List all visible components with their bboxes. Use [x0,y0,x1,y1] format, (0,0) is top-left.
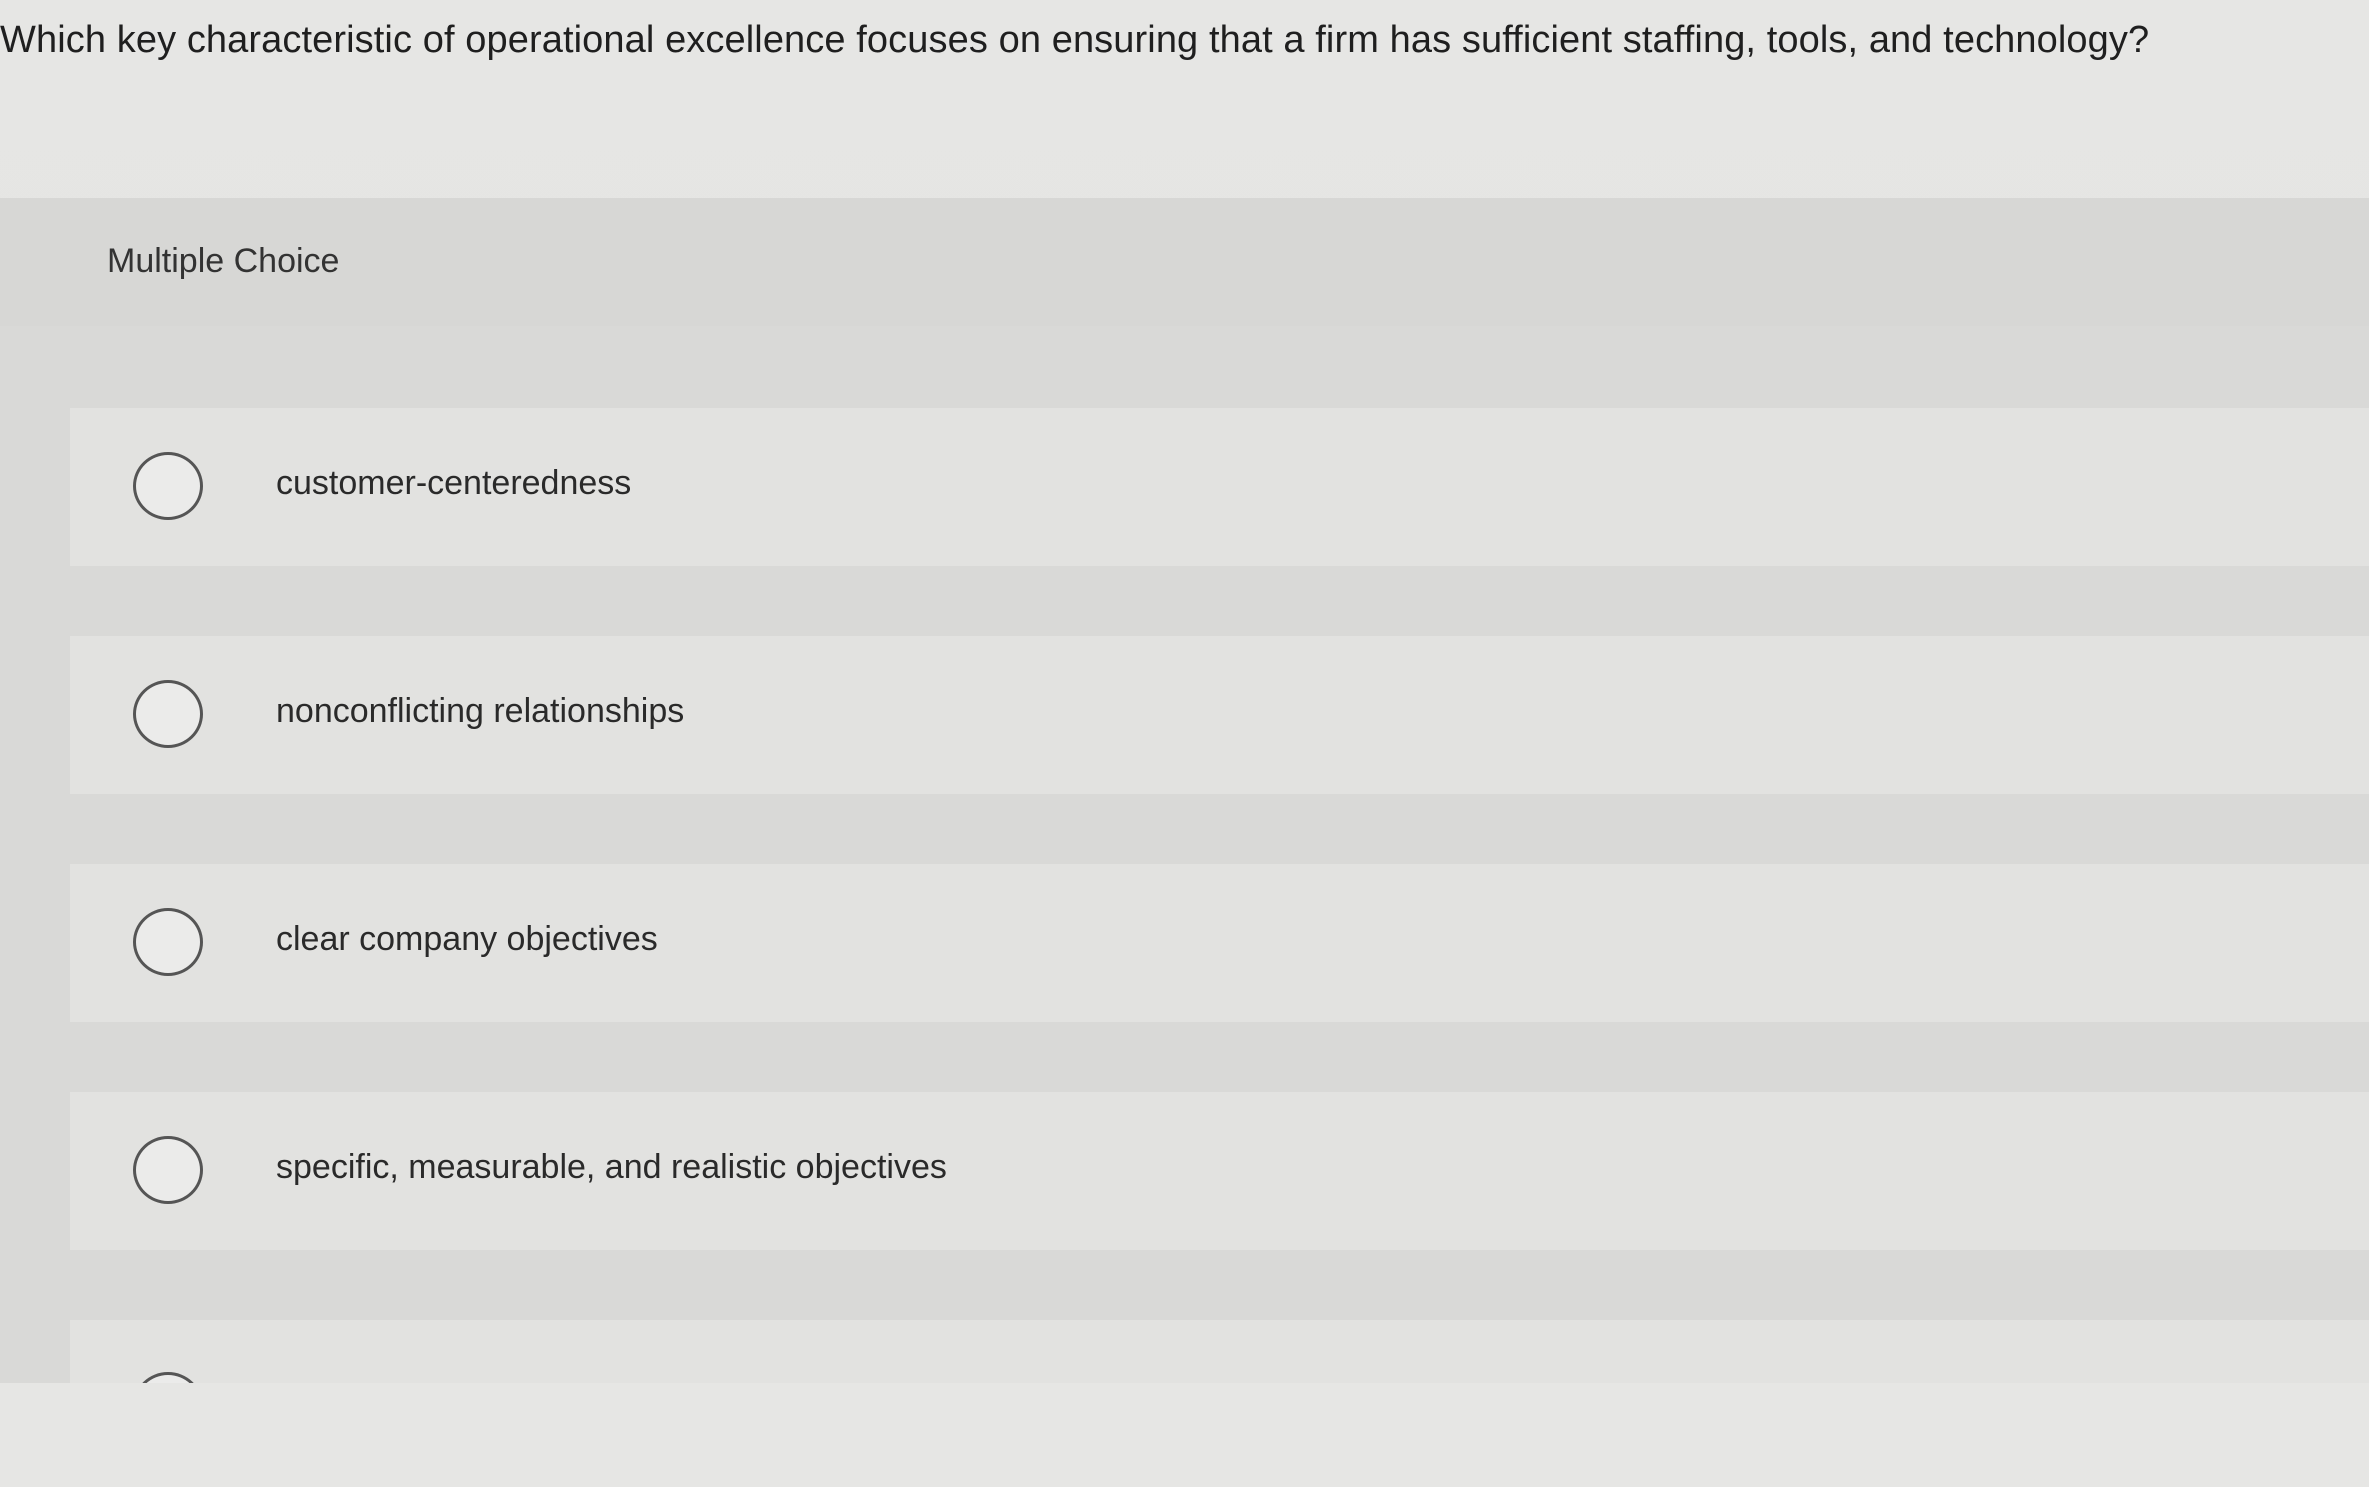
answer-option-label: customer-centeredness [276,464,632,502]
answer-option-label: nonconflicting relationships [276,692,685,730]
answer-option[interactable]: nonconflicting relationships [70,636,2369,794]
answer-option[interactable]: specific, measurable, and realistic obje… [70,1092,2369,1250]
quiz-page: Which key characteristic of operational … [0,0,2369,1487]
answer-option[interactable]: clear company objectives [70,864,2369,1022]
radio-circle-icon[interactable] [133,680,203,748]
answer-options: customer-centeredness nonconflicting rel… [70,408,2369,1448]
answer-option[interactable]: customer-centeredness [70,408,2369,566]
multiple-choice-label: Multiple Choice [107,242,340,280]
page-footer-area [0,1383,2369,1487]
multiple-choice-header: Multiple Choice [0,198,2369,326]
answer-option-label: clear company objectives [276,920,658,958]
radio-circle-icon[interactable] [133,452,203,520]
multiple-choice-panel: Multiple Choice customer-centeredness no… [0,198,2369,1448]
radio-circle-icon[interactable] [133,908,203,976]
question-text: Which key characteristic of operational … [0,19,2150,61]
answer-option-label: specific, measurable, and realistic obje… [276,1148,947,1186]
radio-circle-icon[interactable] [133,1136,203,1204]
